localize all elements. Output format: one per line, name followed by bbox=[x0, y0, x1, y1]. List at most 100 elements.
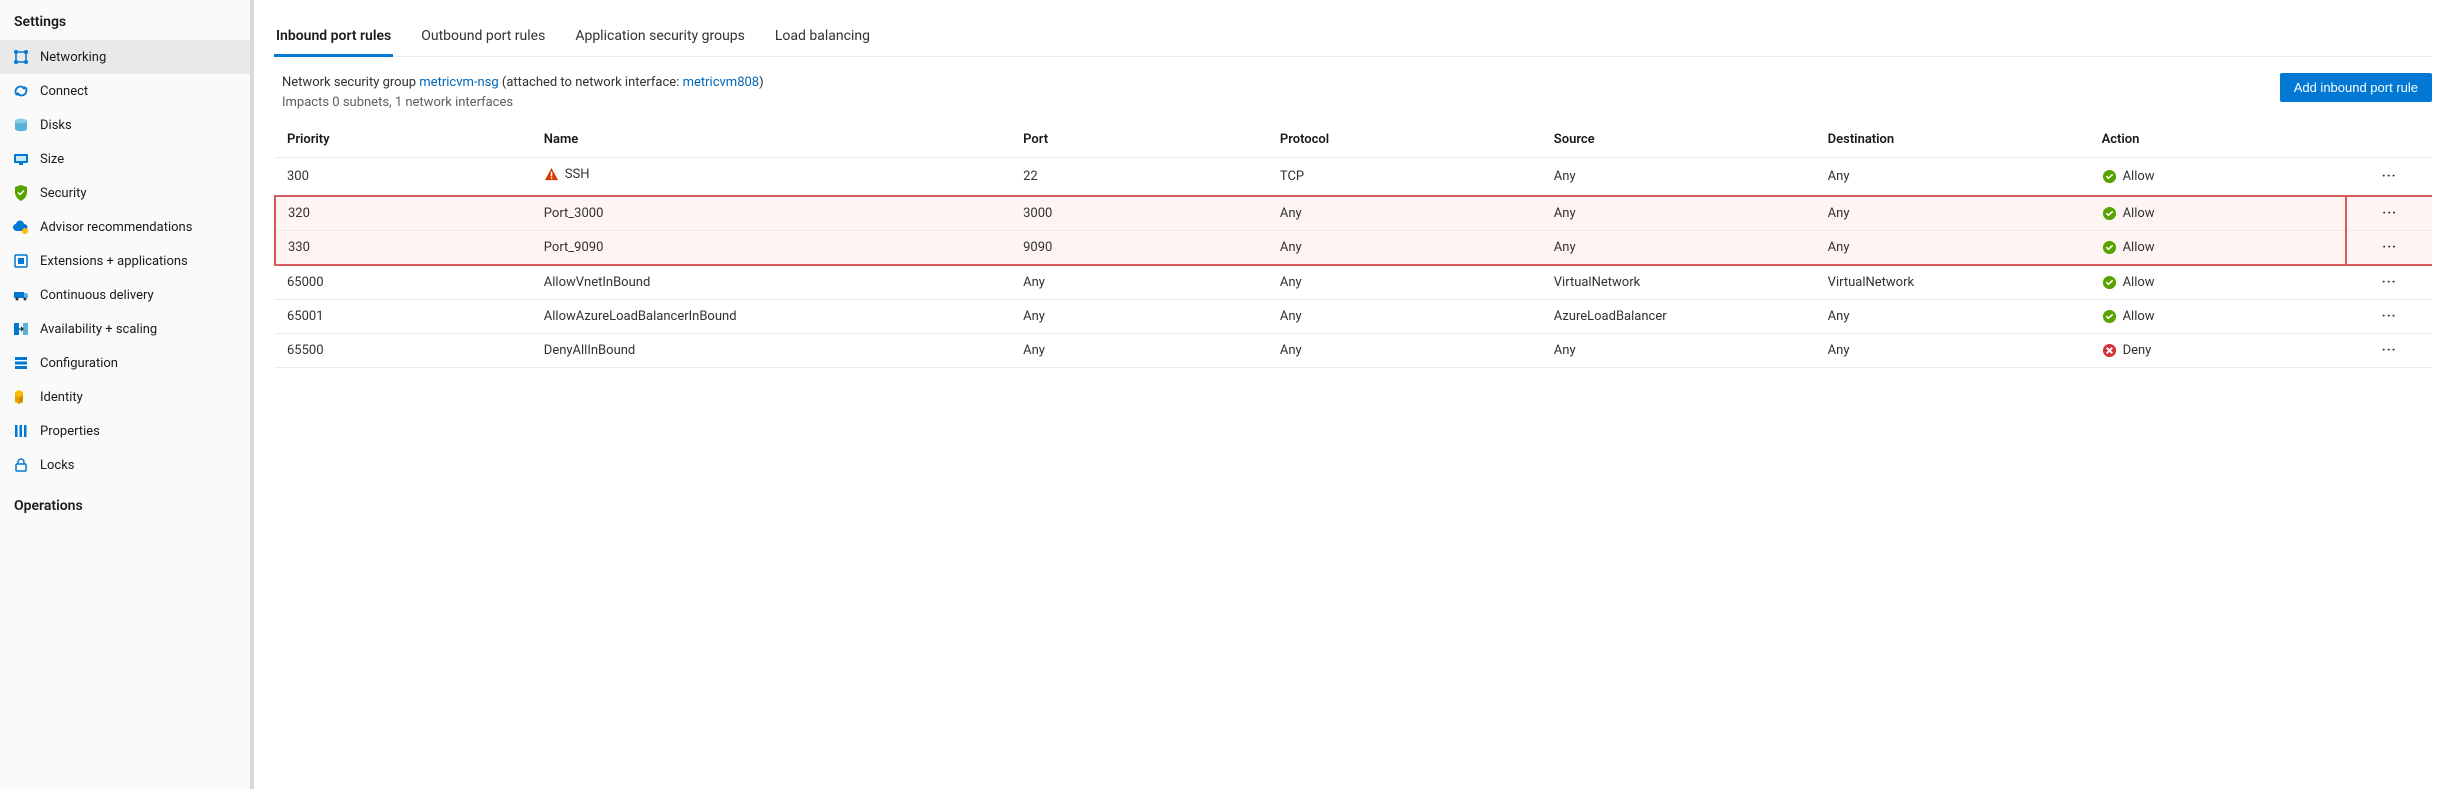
tab-inbound-port-rules[interactable]: Inbound port rules bbox=[274, 22, 393, 57]
cell-destination: Any bbox=[1816, 158, 2090, 197]
cell-priority: 330 bbox=[275, 231, 532, 266]
nsg-link[interactable]: metricvm-nsg bbox=[419, 75, 498, 90]
sidebar-item-advisor-recommendations[interactable]: Advisor recommendations bbox=[0, 210, 250, 244]
sidebar-item-label: Advisor recommendations bbox=[40, 220, 192, 235]
cell-action: Allow bbox=[2090, 265, 2347, 300]
nsg-info-line: Network security group metricvm-nsg (att… bbox=[282, 73, 764, 93]
column-header-priority[interactable]: Priority bbox=[275, 122, 532, 158]
row-actions-menu[interactable]: ··· bbox=[2346, 158, 2432, 197]
nsg-impacts-text: Impacts 0 subnets, 1 network interfaces bbox=[282, 93, 764, 113]
sidebar-item-locks[interactable]: Locks bbox=[0, 448, 250, 482]
cell-name: Port_3000 bbox=[532, 196, 1011, 231]
cell-priority: 65001 bbox=[275, 300, 532, 334]
cell-port: Any bbox=[1011, 265, 1268, 300]
column-header-port[interactable]: Port bbox=[1011, 122, 1268, 158]
cell-destination: Any bbox=[1816, 334, 2090, 368]
row-actions-menu[interactable]: ··· bbox=[2346, 265, 2432, 300]
deny-icon bbox=[2102, 343, 2117, 358]
cell-name-text: Port_3000 bbox=[544, 206, 604, 221]
table-row[interactable]: 330Port_90909090AnyAnyAnyAllow··· bbox=[275, 231, 2432, 266]
sidebar-item-size[interactable]: Size bbox=[0, 142, 250, 176]
cell-name-text: DenyAllInBound bbox=[544, 343, 635, 358]
cell-priority: 300 bbox=[275, 158, 532, 197]
cell-protocol: Any bbox=[1268, 334, 1542, 368]
table-row[interactable]: 65000AllowVnetInBoundAnyAnyVirtualNetwor… bbox=[275, 265, 2432, 300]
nsg-info-suffix: ) bbox=[759, 75, 764, 90]
sidebar-item-connect[interactable]: Connect bbox=[0, 74, 250, 108]
cell-source: AzureLoadBalancer bbox=[1542, 300, 1816, 334]
security-icon bbox=[12, 184, 30, 202]
cell-action: Allow bbox=[2090, 231, 2347, 266]
table-row[interactable]: 320Port_30003000AnyAnyAnyAllow··· bbox=[275, 196, 2432, 231]
size-icon bbox=[12, 150, 30, 168]
cell-name: Port_9090 bbox=[532, 231, 1011, 266]
delivery-icon bbox=[12, 286, 30, 304]
column-header-source[interactable]: Source bbox=[1542, 122, 1816, 158]
column-header-destination[interactable]: Destination bbox=[1816, 122, 2090, 158]
column-header-name[interactable]: Name bbox=[532, 122, 1011, 158]
cell-protocol: Any bbox=[1268, 196, 1542, 231]
tabs: Inbound port rules Outbound port rules App… bbox=[274, 0, 2432, 57]
row-actions-menu[interactable]: ··· bbox=[2346, 231, 2432, 266]
cell-port: 9090 bbox=[1011, 231, 1268, 266]
row-actions-menu[interactable]: ··· bbox=[2346, 300, 2432, 334]
sidebar-item-configuration[interactable]: Configuration bbox=[0, 346, 250, 380]
sidebar-item-label: Security bbox=[40, 186, 87, 201]
cell-action-text: Allow bbox=[2123, 169, 2155, 184]
table-row[interactable]: 300SSH22TCPAnyAnyAllow··· bbox=[275, 158, 2432, 197]
cell-name: AllowVnetInBound bbox=[532, 265, 1011, 300]
connect-icon bbox=[12, 82, 30, 100]
cell-port: Any bbox=[1011, 334, 1268, 368]
sidebar-item-label: Configuration bbox=[40, 356, 118, 371]
cell-destination: Any bbox=[1816, 196, 2090, 231]
sidebar-item-label: Identity bbox=[40, 390, 83, 405]
allow-icon bbox=[2102, 275, 2117, 290]
sidebar-item-label: Connect bbox=[40, 84, 88, 99]
sidebar-item-label: Availability + scaling bbox=[40, 322, 157, 337]
cell-protocol: Any bbox=[1268, 265, 1542, 300]
network-interface-link[interactable]: metricvm808 bbox=[683, 75, 760, 90]
table-header-row: PriorityNamePortProtocolSourceDestinatio… bbox=[275, 122, 2432, 158]
cell-priority: 320 bbox=[275, 196, 532, 231]
table-row[interactable]: 65001AllowAzureLoadBalancerInBoundAnyAny… bbox=[275, 300, 2432, 334]
properties-icon bbox=[12, 422, 30, 440]
cell-destination: VirtualNetwork bbox=[1816, 265, 2090, 300]
add-inbound-port-rule-button[interactable]: Add inbound port rule bbox=[2280, 73, 2432, 102]
allow-icon bbox=[2102, 309, 2117, 324]
sidebar-item-label: Disks bbox=[40, 118, 72, 133]
row-actions-menu[interactable]: ··· bbox=[2346, 196, 2432, 231]
cell-name-text: Port_9090 bbox=[544, 240, 604, 255]
tab-application-security-groups[interactable]: Application security groups bbox=[573, 22, 747, 57]
extensions-icon bbox=[12, 252, 30, 270]
nsg-info-prefix: Network security group bbox=[282, 75, 419, 90]
sidebar-item-extensions-applications[interactable]: Extensions + applications bbox=[0, 244, 250, 278]
sidebar-item-identity[interactable]: Identity bbox=[0, 380, 250, 414]
cell-protocol: TCP bbox=[1268, 158, 1542, 197]
sidebar-item-availability-scaling[interactable]: Availability + scaling bbox=[0, 312, 250, 346]
column-header-protocol[interactable]: Protocol bbox=[1268, 122, 1542, 158]
cell-protocol: Any bbox=[1268, 231, 1542, 266]
sidebar-item-continuous-delivery[interactable]: Continuous delivery bbox=[0, 278, 250, 312]
cell-name-text: SSH bbox=[565, 167, 590, 182]
sidebar-item-disks[interactable]: Disks bbox=[0, 108, 250, 142]
tab-load-balancing[interactable]: Load balancing bbox=[773, 22, 872, 57]
sidebar-item-networking[interactable]: Networking bbox=[0, 40, 250, 74]
row-actions-menu[interactable]: ··· bbox=[2346, 334, 2432, 368]
sidebar-item-security[interactable]: Security bbox=[0, 176, 250, 210]
settings-sidebar: Settings NetworkingConnectDisksSizeSecur… bbox=[0, 0, 254, 789]
cell-source: Any bbox=[1542, 231, 1816, 266]
allow-icon bbox=[2102, 206, 2117, 221]
allow-icon bbox=[2102, 240, 2117, 255]
sidebar-item-label: Networking bbox=[40, 50, 106, 65]
advisor-icon bbox=[12, 218, 30, 236]
cell-source: Any bbox=[1542, 334, 1816, 368]
tab-outbound-port-rules[interactable]: Outbound port rules bbox=[419, 22, 547, 57]
cell-name-text: AllowAzureLoadBalancerInBound bbox=[544, 309, 737, 324]
cell-port: 22 bbox=[1011, 158, 1268, 197]
cell-action-text: Allow bbox=[2123, 240, 2155, 255]
table-row[interactable]: 65500DenyAllInBoundAnyAnyAnyAnyDeny··· bbox=[275, 334, 2432, 368]
column-header-action[interactable]: Action bbox=[2090, 122, 2347, 158]
sidebar-item-properties[interactable]: Properties bbox=[0, 414, 250, 448]
cell-protocol: Any bbox=[1268, 300, 1542, 334]
cell-action: Deny bbox=[2090, 334, 2347, 368]
